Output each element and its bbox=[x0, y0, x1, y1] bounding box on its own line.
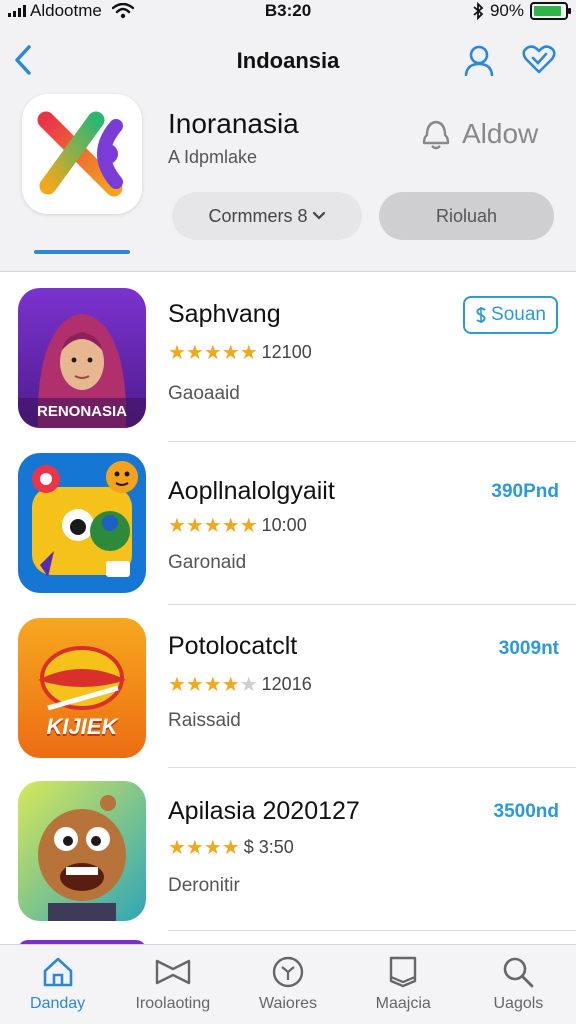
get-button-label: Souan bbox=[491, 304, 546, 325]
signal-icon bbox=[8, 5, 26, 17]
thumbnail-caption: KIJIEK bbox=[46, 714, 118, 739]
cartoon-character-icon bbox=[18, 781, 146, 921]
tab-library[interactable]: Maajcia bbox=[346, 945, 461, 1024]
battery-icon bbox=[530, 2, 571, 20]
list-item[interactable]: Apilasia 2020127 ★★★★ $ 3:50 Deronitir 3… bbox=[0, 769, 576, 931]
heart-check-icon bbox=[522, 45, 556, 74]
tab-browse[interactable]: Iroolaoting bbox=[115, 945, 230, 1024]
rating-stars: ★★★★ bbox=[168, 837, 240, 859]
item-meta: Gaoaaid bbox=[168, 383, 240, 404]
price-button[interactable]: 390Pnd bbox=[491, 481, 559, 503]
battery-percent: 90% bbox=[489, 1, 524, 20]
tab-label: Uagols bbox=[493, 995, 544, 1012]
price-button[interactable]: 3500nd bbox=[494, 801, 559, 823]
status-left: Aldootme bbox=[8, 1, 134, 21]
item-thumbnail bbox=[18, 781, 146, 921]
list-item[interactable]: Aopllnalolgyaiit ★★★★★ 10:00 Garonaid 39… bbox=[0, 443, 576, 605]
item-title: Aopllnalolgyaiit bbox=[168, 477, 335, 505]
item-title: Saphvang bbox=[168, 300, 281, 328]
app-name: Inoranasia bbox=[168, 108, 299, 139]
bowtie-icon bbox=[155, 959, 190, 985]
game-characters-icon bbox=[18, 453, 146, 593]
tab-search[interactable]: Uagols bbox=[461, 945, 576, 1024]
item-rating: ★★★★ $ 3:50 bbox=[168, 835, 294, 860]
tab-label: Iroolaoting bbox=[135, 995, 211, 1012]
bluetooth-icon bbox=[473, 2, 484, 20]
search-icon bbox=[504, 957, 534, 988]
wifi-icon bbox=[111, 3, 134, 19]
status-right: 90% bbox=[472, 1, 571, 21]
comments-label: Cormmers 8 bbox=[208, 205, 308, 226]
battery-level bbox=[534, 6, 561, 16]
tab-label: Maajcia bbox=[375, 995, 431, 1012]
compass-icon bbox=[272, 956, 304, 988]
row-divider bbox=[168, 767, 576, 768]
allow-button[interactable]: Aldow bbox=[418, 117, 538, 151]
allow-label: Aldow bbox=[462, 118, 539, 149]
carrier-name: Aldootme bbox=[30, 1, 102, 20]
item-title: Potolocatclt bbox=[168, 632, 298, 660]
bell-icon bbox=[422, 120, 450, 150]
get-button[interactable]: Souan bbox=[463, 296, 558, 334]
tab-home[interactable]: Danday bbox=[0, 945, 115, 1024]
secondary-button[interactable]: Rioluah bbox=[379, 192, 554, 240]
tab-label: Danday bbox=[30, 995, 86, 1012]
tab-explore[interactable]: Waiores bbox=[230, 945, 345, 1024]
app-logo bbox=[22, 94, 142, 214]
header-divider bbox=[0, 271, 576, 272]
app-subtitle: A Idpmlake bbox=[168, 147, 258, 167]
home-icon bbox=[43, 957, 72, 987]
app-logo-icon bbox=[37, 111, 123, 197]
item-rating: ★★★★★ 12100 bbox=[168, 340, 312, 365]
row-divider bbox=[168, 441, 576, 442]
item-title: Apilasia 2020127 bbox=[168, 797, 360, 825]
thumbnail-caption: RENONASIA bbox=[36, 403, 127, 420]
rating-stars: ★★★★★ bbox=[168, 342, 258, 364]
rating-count: 12100 bbox=[261, 342, 312, 362]
secondary-label: Rioluah bbox=[435, 205, 498, 226]
item-meta: Raissaid bbox=[168, 710, 241, 731]
item-thumbnail: KIJIEK bbox=[18, 618, 146, 758]
tab-indicator bbox=[34, 250, 130, 254]
comments-dropdown[interactable]: Cormmers 8 bbox=[172, 192, 362, 240]
app-header: Indoansia Inoranasia A Idpmlake Aldow Co… bbox=[0, 22, 576, 272]
favorite-button[interactable] bbox=[521, 42, 557, 78]
dollar-icon bbox=[476, 307, 486, 323]
item-meta: Garonaid bbox=[168, 552, 247, 573]
item-rating: ★★★★★ 12016 bbox=[168, 672, 312, 697]
rating-stars: ★★★★★ bbox=[168, 674, 258, 696]
profile-button[interactable] bbox=[461, 42, 497, 78]
rating-count: 10:00 bbox=[261, 515, 307, 535]
rating-stars: ★★★★★ bbox=[168, 515, 258, 537]
row-divider bbox=[168, 930, 576, 931]
book-icon bbox=[390, 956, 417, 988]
row-divider bbox=[168, 604, 576, 605]
item-thumbnail: RENONASIA bbox=[18, 288, 146, 428]
item-meta: Deronitir bbox=[168, 875, 240, 896]
rating-count: $ 3:50 bbox=[243, 837, 294, 857]
tab-bar: Danday Iroolaoting Waiores Maajcia Uagol… bbox=[0, 944, 576, 1024]
item-thumbnail bbox=[18, 453, 146, 593]
chevron-down-icon bbox=[312, 211, 325, 220]
item-rating: ★★★★★ 10:00 bbox=[168, 513, 307, 538]
tab-label: Waiores bbox=[258, 995, 318, 1012]
rating-count: 12016 bbox=[261, 674, 312, 694]
list-item[interactable]: KIJIEK Potolocatclt ★★★★★ 12016 Raissaid… bbox=[0, 606, 576, 768]
status-bar: Aldootme B3:20 90% bbox=[0, 0, 576, 22]
list-item[interactable]: RENONASIA Saphvang ★★★★★ 12100 Gaoaaid S… bbox=[0, 280, 576, 442]
person-icon bbox=[464, 45, 494, 76]
price-button[interactable]: 3009nt bbox=[499, 638, 559, 660]
nav-bar: Indoansia bbox=[0, 40, 576, 80]
